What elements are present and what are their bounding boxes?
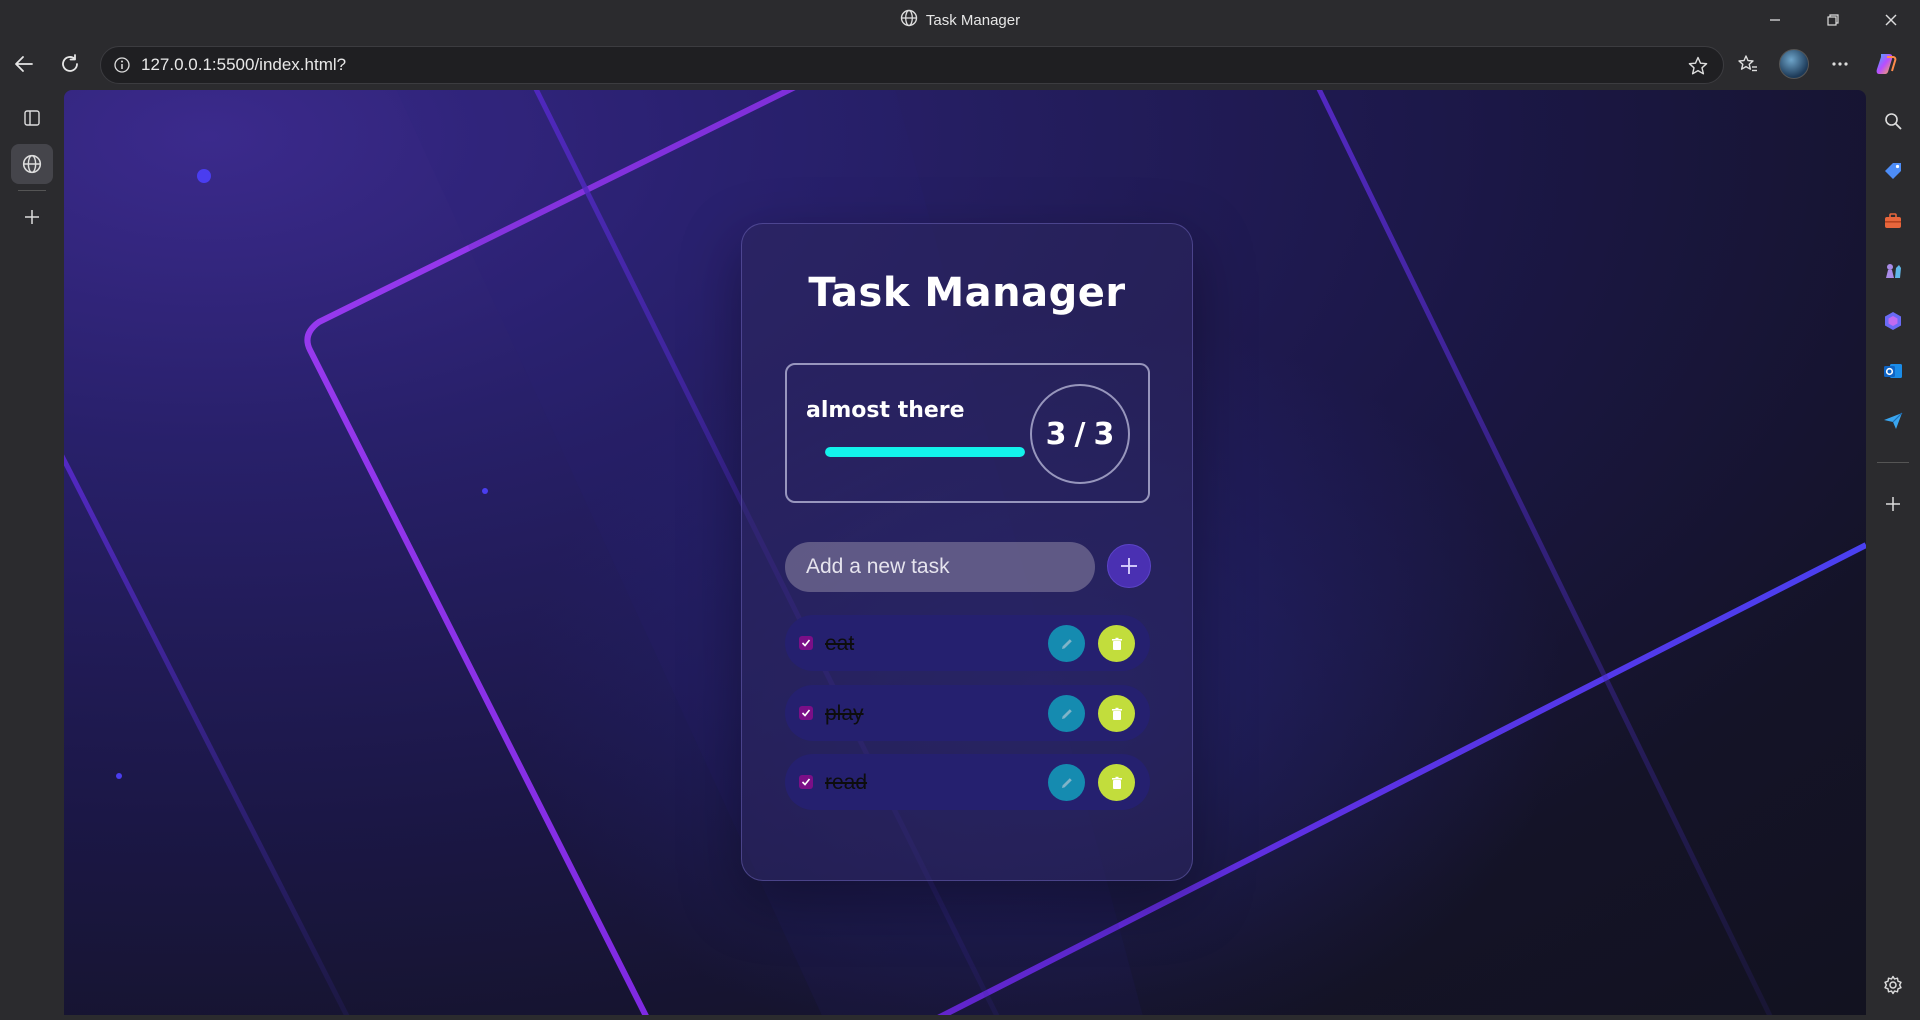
browser-toolbar: 127.0.0.1:5500/index.html? bbox=[0, 40, 1920, 88]
sidebar-add-button[interactable] bbox=[1866, 479, 1920, 529]
checkmark-icon bbox=[801, 709, 811, 717]
minimize-icon bbox=[1770, 19, 1780, 21]
new-tab-button[interactable] bbox=[11, 197, 53, 237]
task-text: eat bbox=[825, 632, 855, 655]
delete-task-button[interactable] bbox=[1098, 764, 1135, 801]
restore-icon bbox=[1827, 14, 1839, 26]
rail-divider bbox=[1877, 462, 1909, 463]
more-dots-icon bbox=[1832, 62, 1848, 66]
list-item: eat bbox=[785, 615, 1150, 671]
close-button[interactable] bbox=[1862, 0, 1920, 40]
refresh-icon bbox=[62, 54, 78, 72]
copilot-button[interactable] bbox=[1866, 44, 1906, 84]
toolbox-icon bbox=[1885, 213, 1901, 228]
gear-icon bbox=[1884, 975, 1902, 995]
rail-divider bbox=[18, 190, 46, 191]
paper-plane-icon bbox=[1884, 412, 1903, 429]
search-icon bbox=[1885, 113, 1902, 130]
plus-icon bbox=[25, 210, 39, 224]
pencil-icon bbox=[1061, 777, 1072, 788]
copilot-icon bbox=[1876, 54, 1897, 74]
url-text[interactable]: 127.0.0.1:5500/index.html? bbox=[141, 55, 346, 75]
window-titlebar: Task Manager bbox=[0, 0, 1920, 40]
window-title-text: Task Manager bbox=[925, 11, 1021, 29]
globe-icon bbox=[22, 154, 42, 174]
sidebar-tools-button[interactable] bbox=[1866, 196, 1920, 246]
edit-task-button[interactable] bbox=[1048, 625, 1085, 662]
task-checkbox[interactable] bbox=[799, 636, 813, 650]
sidebar-apps-rail bbox=[1866, 88, 1920, 1020]
task-checkbox[interactable] bbox=[799, 775, 813, 789]
minimize-button[interactable] bbox=[1746, 0, 1804, 40]
tab-actions-button[interactable] bbox=[11, 98, 53, 138]
task-text: read bbox=[825, 771, 868, 794]
edit-task-button[interactable] bbox=[1048, 764, 1085, 801]
sidebar-copilot-app-button[interactable] bbox=[1866, 296, 1920, 346]
favorites-button[interactable] bbox=[1728, 44, 1768, 84]
sidebar-settings-button[interactable] bbox=[1866, 960, 1920, 1010]
back-button[interactable] bbox=[4, 44, 44, 84]
trash-icon bbox=[1111, 776, 1122, 789]
checkmark-icon bbox=[801, 778, 811, 786]
page-viewport: Task Manager almost there 3 / 3 eat bbox=[64, 90, 1866, 1015]
address-bar[interactable]: 127.0.0.1:5500/index.html? bbox=[100, 46, 1724, 84]
progress-label: almost there bbox=[806, 398, 965, 423]
plus-icon bbox=[1886, 497, 1900, 511]
task-text: play bbox=[825, 702, 864, 725]
vertical-tabs-rail bbox=[0, 88, 64, 1020]
window-title: Task Manager bbox=[0, 9, 1920, 31]
task-count-circle: 3 / 3 bbox=[1030, 384, 1130, 484]
sidebar-send-button[interactable] bbox=[1866, 396, 1920, 446]
task-manager-card: Task Manager almost there 3 / 3 eat bbox=[741, 223, 1193, 881]
edit-task-button[interactable] bbox=[1048, 695, 1085, 732]
sidebar-games-button[interactable] bbox=[1866, 246, 1920, 296]
progress-bar bbox=[825, 447, 1025, 457]
delete-task-button[interactable] bbox=[1098, 695, 1135, 732]
shopping-tag-icon bbox=[1885, 163, 1901, 179]
avatar bbox=[1779, 49, 1809, 79]
count-separator: / bbox=[1074, 416, 1086, 452]
back-arrow-icon bbox=[15, 56, 33, 72]
list-item: read bbox=[785, 754, 1150, 810]
more-options-button[interactable] bbox=[1820, 44, 1860, 84]
tab-panel-icon bbox=[24, 110, 40, 126]
outlook-icon bbox=[1884, 364, 1902, 378]
favorite-star-icon[interactable] bbox=[1687, 55, 1709, 77]
refresh-button[interactable] bbox=[50, 44, 90, 84]
favorites-icon bbox=[1738, 55, 1757, 72]
add-task-button[interactable] bbox=[1107, 544, 1151, 588]
close-icon bbox=[1885, 14, 1897, 26]
globe-icon bbox=[900, 9, 918, 31]
pencil-icon bbox=[1061, 708, 1072, 719]
tab-task-manager[interactable] bbox=[11, 144, 53, 184]
checkmark-icon bbox=[801, 639, 811, 647]
profile-button[interactable] bbox=[1774, 44, 1814, 84]
trash-icon bbox=[1111, 707, 1122, 720]
progress-stats-box: almost there 3 / 3 bbox=[785, 363, 1150, 503]
pencil-icon bbox=[1061, 638, 1072, 649]
site-info-icon[interactable] bbox=[113, 56, 131, 74]
total-count: 3 bbox=[1093, 416, 1115, 452]
sidebar-shopping-button[interactable] bbox=[1866, 146, 1920, 196]
delete-task-button[interactable] bbox=[1098, 625, 1135, 662]
restore-button[interactable] bbox=[1804, 0, 1862, 40]
completed-count: 3 bbox=[1045, 416, 1067, 452]
trash-icon bbox=[1111, 637, 1122, 650]
copilot-app-icon bbox=[1885, 312, 1901, 330]
window-controls bbox=[1746, 0, 1920, 40]
toolbar-right bbox=[1728, 44, 1920, 84]
sidebar-search-button[interactable] bbox=[1866, 96, 1920, 146]
task-checkbox[interactable] bbox=[799, 706, 813, 720]
progress-bar-fill bbox=[825, 447, 1025, 457]
new-task-input[interactable] bbox=[785, 542, 1095, 592]
chess-pieces-icon bbox=[1886, 264, 1901, 278]
sidebar-outlook-button[interactable] bbox=[1866, 346, 1920, 396]
page-title: Task Manager bbox=[808, 270, 1126, 316]
list-item: play bbox=[785, 685, 1150, 741]
plus-icon bbox=[1121, 558, 1137, 574]
